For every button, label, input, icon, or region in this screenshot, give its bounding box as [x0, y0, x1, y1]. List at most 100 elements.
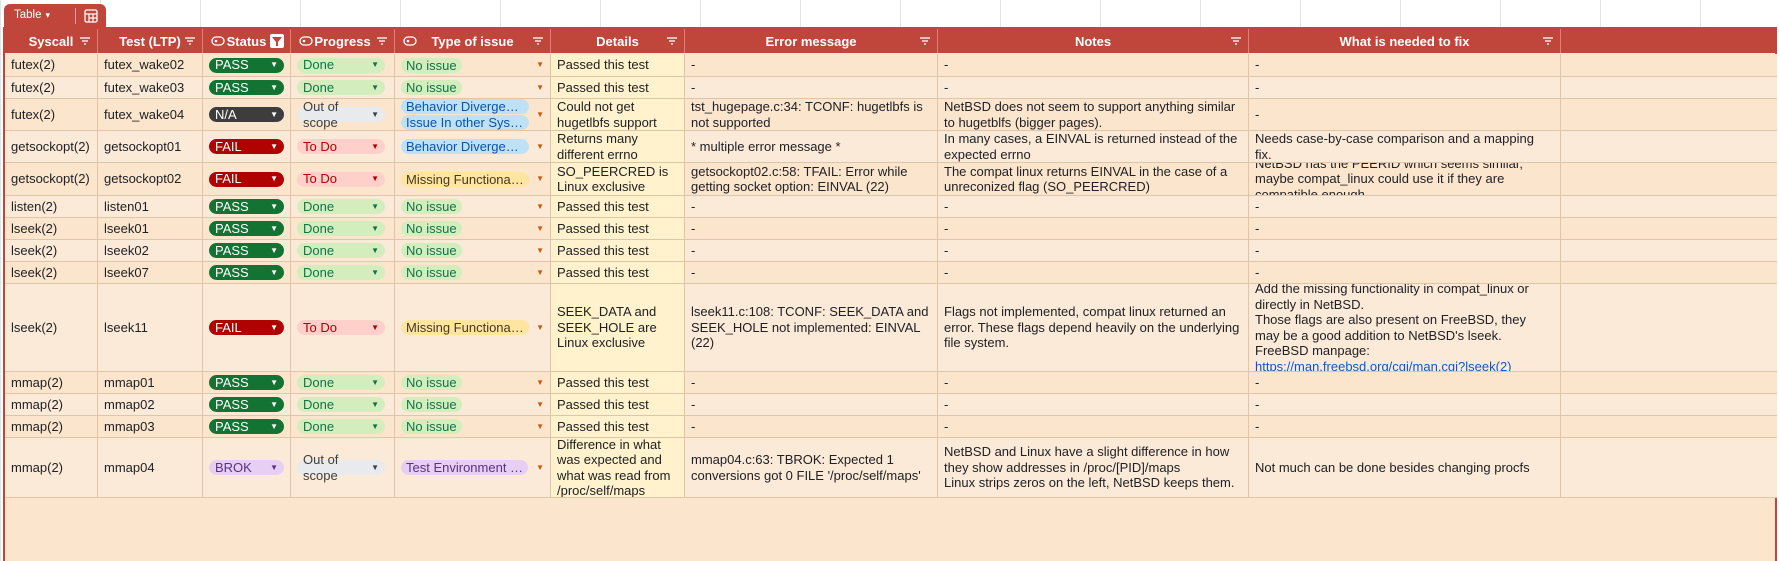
cell-fix[interactable]: NetBSD has the PEERID which seems simila… — [1249, 163, 1561, 195]
dropdown-caret-icon[interactable]: ▼ — [371, 171, 379, 187]
dropdown-caret-icon[interactable]: ▼ — [371, 460, 379, 476]
cell-error-message[interactable]: - — [685, 54, 938, 76]
filter-icon[interactable] — [666, 35, 678, 47]
cell-type-of-issue[interactable]: Missing Functionality ▼ — [395, 284, 551, 371]
cell-syscall[interactable]: lseek(2) — [5, 240, 98, 261]
dropdown-caret-icon[interactable]: ▼ — [536, 139, 544, 155]
dropdown-caret-icon[interactable]: ▼ — [270, 57, 278, 73]
dropdown-caret-icon[interactable]: ▼ — [371, 243, 379, 259]
status-dropdown[interactable]: FAIL ▼ — [209, 320, 284, 335]
cell-notes[interactable]: - — [938, 262, 1249, 283]
cell-details[interactable]: Passed this test — [551, 416, 685, 437]
progress-dropdown[interactable]: Done ▼ — [297, 419, 385, 434]
cell-type-of-issue[interactable]: Test Environment … ▼ — [395, 438, 551, 497]
cell-error-message[interactable]: - — [685, 416, 938, 437]
status-dropdown[interactable]: PASS ▼ — [209, 80, 284, 95]
progress-dropdown[interactable]: Done ▼ — [297, 80, 385, 95]
dropdown-caret-icon[interactable]: ▼ — [371, 320, 379, 336]
status-dropdown[interactable]: FAIL ▼ — [209, 139, 284, 154]
dropdown-caret-icon[interactable]: ▼ — [371, 57, 379, 73]
cell-error-message[interactable]: mmap04.c:63: TBROK: Expected 1 conversio… — [685, 438, 938, 497]
cell-progress[interactable]: Out of scope ▼ — [291, 438, 395, 497]
cell-error-message[interactable]: tst_hugepage.c:34: TCONF: hugetlbfs is n… — [685, 99, 938, 130]
cell-status[interactable]: BROK ▼ — [203, 438, 291, 497]
cell-status[interactable]: FAIL ▼ — [203, 131, 291, 162]
cell-syscall[interactable]: lseek(2) — [5, 262, 98, 283]
cell-type-of-issue[interactable]: Behavior Divergence Issue In other Sys… ▼ — [395, 99, 551, 130]
cell-status[interactable]: FAIL ▼ — [203, 284, 291, 371]
cell-type-of-issue[interactable]: No issue ▼ — [395, 54, 551, 76]
dropdown-caret-icon[interactable]: ▼ — [270, 171, 278, 187]
cell-progress[interactable]: Done ▼ — [291, 196, 395, 217]
cell-details[interactable]: Passed this test — [551, 372, 685, 393]
freebsd-manpage-link[interactable]: https://man.freebsd.org/cgi/man.cgi?lsee… — [1255, 359, 1512, 372]
column-header-details[interactable]: Details — [551, 29, 685, 53]
cell-type-of-issue[interactable]: Behavior Divergence ▼ — [395, 131, 551, 162]
cell-test[interactable]: futex_wake04 — [98, 99, 203, 130]
cell-error-message[interactable]: lseek11.c:108: TCONF: SEEK_DATA and SEEK… — [685, 284, 938, 371]
cell-status[interactable]: PASS ▼ — [203, 54, 291, 76]
cell-status[interactable]: PASS ▼ — [203, 372, 291, 393]
filter-icon[interactable] — [532, 35, 544, 47]
dropdown-caret-icon[interactable]: ▼ — [270, 460, 278, 476]
cell-test[interactable]: lseek11 — [98, 284, 203, 371]
cell-error-message[interactable]: - — [685, 240, 938, 261]
dropdown-caret-icon[interactable]: ▼ — [536, 221, 544, 237]
dropdown-caret-icon[interactable]: ▼ — [371, 107, 379, 123]
cell-syscall[interactable]: lseek(2) — [5, 284, 98, 371]
cell-type-of-issue[interactable]: No issue ▼ — [395, 262, 551, 283]
column-header-status[interactable]: Status — [203, 29, 291, 53]
cell-test[interactable]: listen01 — [98, 196, 203, 217]
cell-type-of-issue[interactable]: Missing Functionality ▼ — [395, 163, 551, 195]
cell-fix[interactable]: - — [1249, 394, 1561, 415]
cell-fix[interactable]: Needs case-by-case comparison and a mapp… — [1249, 131, 1561, 162]
cell-status[interactable]: PASS ▼ — [203, 262, 291, 283]
cell-error-message[interactable]: - — [685, 218, 938, 239]
cell-notes[interactable]: - — [938, 77, 1249, 98]
cell-test[interactable]: getsockopt02 — [98, 163, 203, 195]
status-dropdown[interactable]: PASS ▼ — [209, 57, 284, 73]
cell-details[interactable]: Passed this test — [551, 196, 685, 217]
cell-syscall[interactable]: getsockopt(2) — [5, 131, 98, 162]
progress-dropdown[interactable]: Done ▼ — [297, 397, 385, 412]
dropdown-caret-icon[interactable]: ▼ — [536, 419, 544, 435]
cell-details[interactable]: Could not get hugetlbfs support — [551, 99, 685, 130]
cell-progress[interactable]: Done ▼ — [291, 218, 395, 239]
cell-status[interactable]: N/A ▼ — [203, 99, 291, 130]
cell-test[interactable]: mmap03 — [98, 416, 203, 437]
table-tab[interactable]: Table ▾ — [4, 4, 106, 28]
dropdown-caret-icon[interactable]: ▼ — [536, 375, 544, 391]
dropdown-caret-icon[interactable]: ▼ — [536, 107, 544, 123]
cell-details[interactable]: Passed this test — [551, 77, 685, 98]
cell-notes[interactable]: NetBSD and Linux have a slight differenc… — [938, 438, 1249, 497]
column-header-error[interactable]: Error message — [685, 29, 938, 53]
cell-error-message[interactable]: getsockopt02.c:58: TFAIL: Error while ge… — [685, 163, 938, 195]
status-dropdown[interactable]: PASS ▼ — [209, 243, 284, 258]
progress-dropdown[interactable]: Out of scope ▼ — [297, 99, 385, 130]
status-dropdown[interactable]: PASS ▼ — [209, 375, 284, 390]
dropdown-caret-icon[interactable]: ▼ — [536, 57, 544, 73]
dropdown-caret-icon[interactable]: ▼ — [371, 265, 379, 281]
cell-progress[interactable]: Done ▼ — [291, 54, 395, 76]
dropdown-caret-icon[interactable]: ▼ — [536, 243, 544, 259]
filter-icon[interactable] — [79, 35, 91, 47]
dropdown-caret-icon[interactable]: ▼ — [371, 80, 379, 96]
cell-notes[interactable]: - — [938, 196, 1249, 217]
cell-fix[interactable]: - — [1249, 54, 1561, 76]
dropdown-caret-icon[interactable]: ▼ — [270, 243, 278, 259]
dropdown-caret-icon[interactable]: ▼ — [270, 265, 278, 281]
status-dropdown[interactable]: PASS ▼ — [209, 265, 284, 280]
dropdown-caret-icon[interactable]: ▼ — [536, 320, 544, 336]
progress-dropdown[interactable]: To Do ▼ — [297, 139, 385, 154]
column-header-notes[interactable]: Notes — [938, 29, 1249, 53]
cell-test[interactable]: futex_wake03 — [98, 77, 203, 98]
cell-notes[interactable]: - — [938, 372, 1249, 393]
cell-fix[interactable]: Not much can be done besides changing pr… — [1249, 438, 1561, 497]
cell-error-message[interactable]: - — [685, 77, 938, 98]
cell-details[interactable]: Difference in what was expected and what… — [551, 438, 685, 497]
cell-notes[interactable]: The compat linux returns EINVAL in the c… — [938, 163, 1249, 195]
cell-notes[interactable]: - — [938, 240, 1249, 261]
cell-test[interactable]: mmap02 — [98, 394, 203, 415]
filter-icon[interactable] — [1230, 35, 1242, 47]
cell-notes[interactable]: - — [938, 416, 1249, 437]
